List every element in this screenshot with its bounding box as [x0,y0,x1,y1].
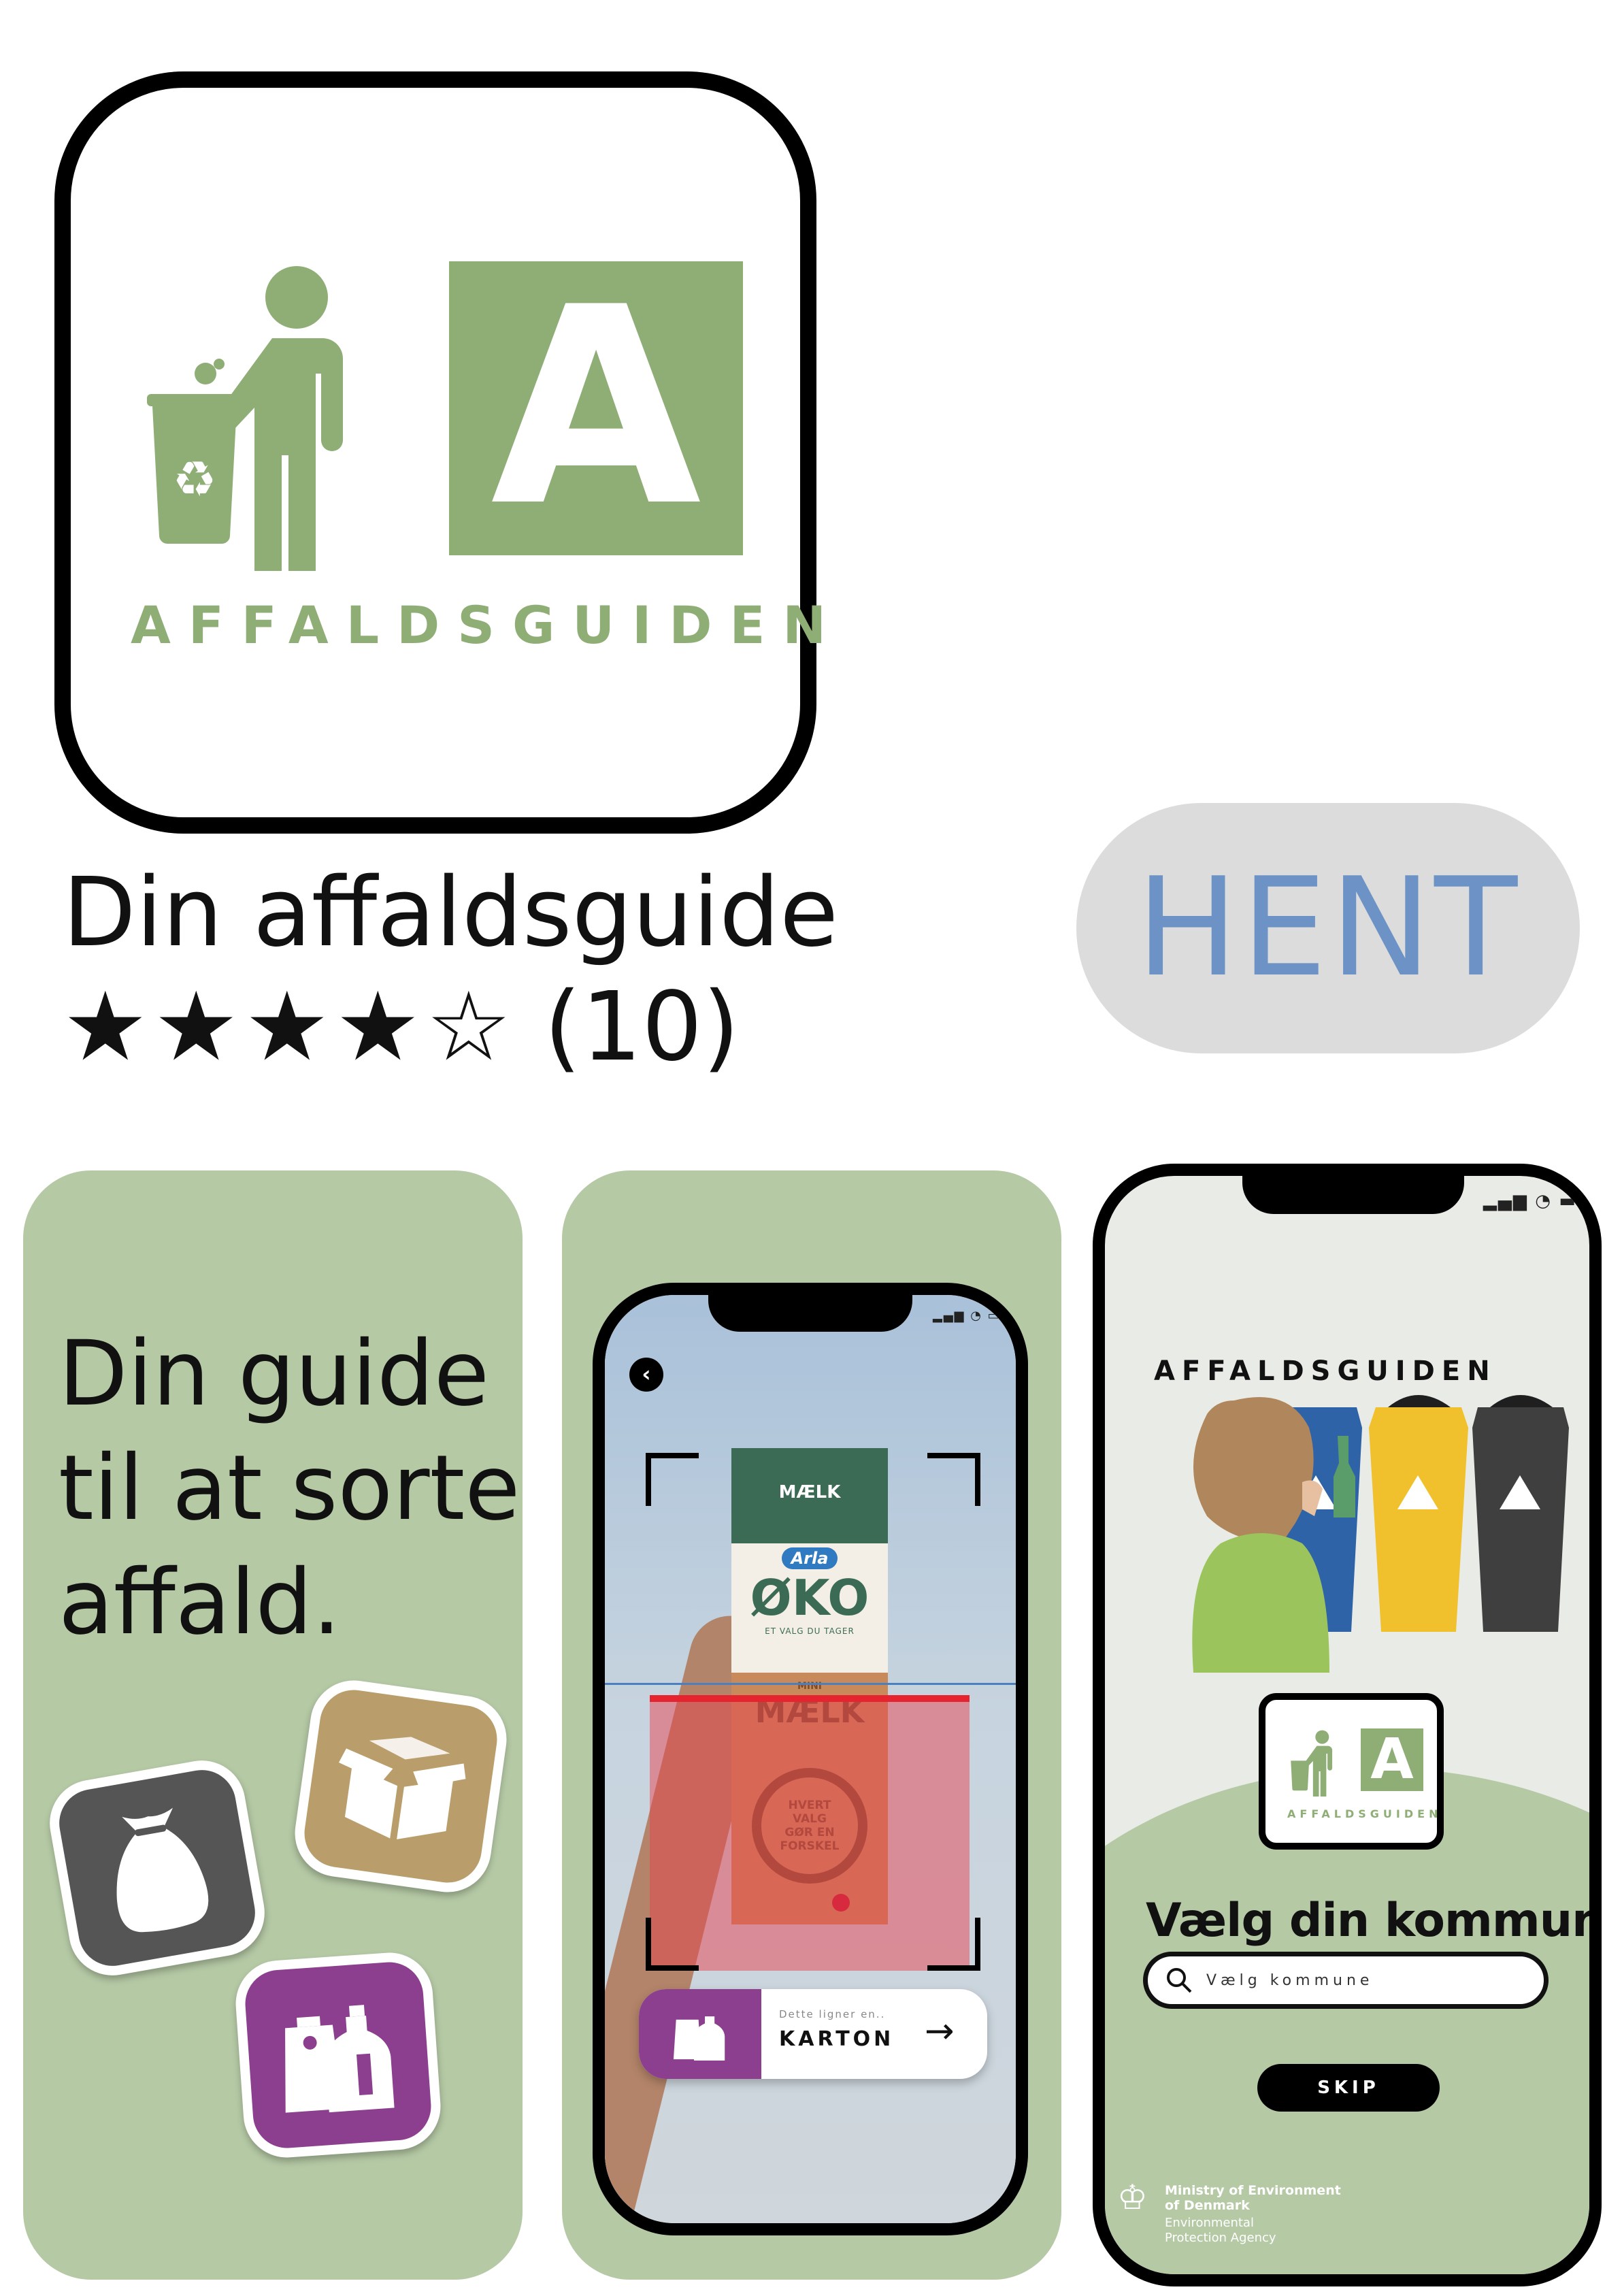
cardboard-category [289,1675,512,1898]
ministry-name: Ministry of Environment of Denmark [1165,2183,1341,2213]
status-icons: ▂▄▆ ◔ ▬ [1483,1191,1577,1211]
plastic-cartons-icon [673,2016,725,2061]
app-logo-small: A AFFALDSGUIDEN [1259,1693,1444,1850]
logo-wordmark: AFFALDSGUIDEN [1287,1807,1442,1820]
screenshot-card-scanner: ▂▄▆ ◔ ▭ ‹ MÆLK Arla ØKO ET VALG DU TAGER… [562,1170,1061,2280]
search-icon [1167,1968,1192,1993]
star-empty-icon: ☆ [426,972,512,1083]
product-tagline: ET VALG DU TAGER [765,1626,855,1636]
residual-waste-category [43,1754,271,1982]
rating-count: (10) [544,972,740,1083]
agency-name: Environmental Protection Agency [1165,2216,1276,2245]
crown-logo-icon: ♔ [1117,2178,1148,2217]
carton-top: MÆLK [731,1448,888,1543]
back-button[interactable]: ‹ [629,1358,663,1392]
carton-brand-band: Arla ØKO ET VALG DU TAGER [731,1543,888,1673]
app-icon: ♻ A AFFALDSGUIDEN [54,71,826,834]
plastic-cartons-category [233,1950,444,2161]
scan-result-card[interactable]: Dette ligner en.. KARTON → [639,1989,987,2079]
plastic-cartons-icon [285,2005,395,2113]
cardboard-box-icon [338,1737,466,1839]
trash-bag-icon [116,1807,209,1933]
screenshot-card-intro: Din guide til at sorte affald. [23,1170,523,2280]
status-icons: ▂▄▆ ◔ ▭ [933,1309,1001,1323]
logo-letter-tile: A [449,261,743,555]
scan-line [605,1683,1016,1685]
result-category-tile [639,1989,761,2079]
star-filled-icon: ★ [63,972,148,1083]
brand-logo: Arla [781,1547,838,1569]
scan-frame-corner [646,1918,699,1971]
person-disposing-waste-icon: ♻ [147,266,343,571]
phone-frame-welcome: ▂▄▆ ◔ ▬ AFFALDSGUIDEN A AFFALDSGUIDEN Væ… [1093,1164,1602,2286]
star-filled-icon: ★ [153,972,239,1083]
skip-button[interactable]: SKIP [1257,2064,1440,2112]
result-hint: Dette ligner en.. [779,2008,886,2020]
logo-wordmark: AFFALDSGUIDEN [131,595,844,655]
phone-frame: ▂▄▆ ◔ ▭ ‹ MÆLK Arla ØKO ET VALG DU TAGER… [593,1283,1028,2235]
product-name: ØKO [750,1569,870,1626]
person-disposing-waste-icon [1291,1730,1333,1797]
scan-frame-corner [927,1918,980,1971]
logo-letter: A [491,250,701,566]
scan-frame-corner [646,1453,699,1506]
svg-text:♻: ♻ [173,450,217,508]
carton-top-label: MÆLK [778,1482,841,1503]
phone-notch [708,1295,912,1332]
chevron-left-icon: ‹ [642,1361,651,1387]
star-filled-icon: ★ [335,972,421,1083]
municipality-search[interactable] [1143,1952,1549,2009]
app-title: Din affaldsguide [63,857,839,968]
intro-text: Din guide til at sorte affald. [59,1322,520,1655]
phone-notch [1242,1176,1464,1214]
star-rating: ★ ★ ★ ★ ☆ (10) [63,973,740,1082]
arrow-right-icon[interactable]: → [925,2014,955,2049]
municipality-search-input[interactable] [1205,1971,1534,1990]
result-label: KARTON [779,2027,895,2051]
choose-municipality-title: Vælg din kommune [1146,1894,1602,1948]
logo-letter: A [1361,1728,1423,1791]
waste-bins-illustration [1192,1395,1569,1673]
get-app-button[interactable]: HENT [1076,803,1580,1053]
star-filled-icon: ★ [244,972,330,1083]
scan-frame-corner [927,1453,980,1506]
